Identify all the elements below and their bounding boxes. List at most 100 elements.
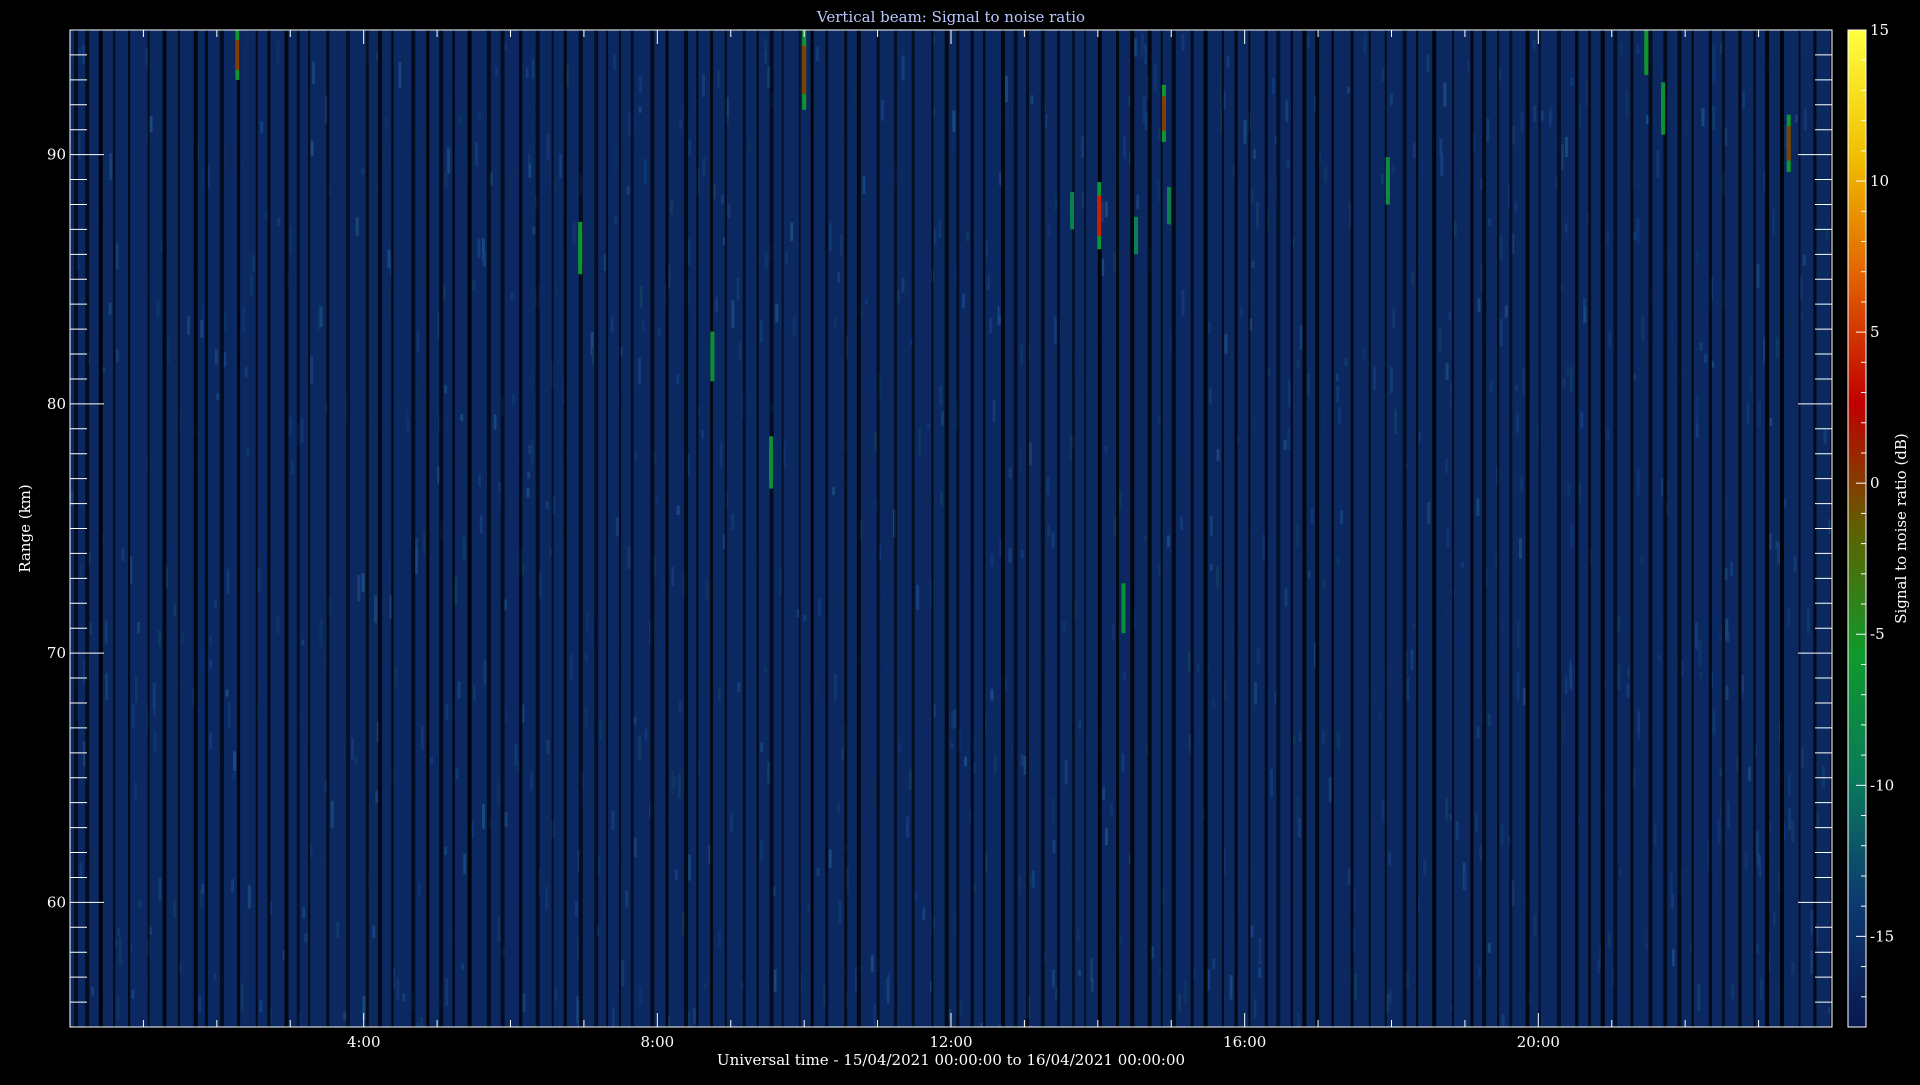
noise-speckle xyxy=(1499,318,1503,346)
noise-speckle xyxy=(512,171,516,179)
noise-speckle xyxy=(246,33,250,43)
noise-speckle xyxy=(602,902,606,922)
noise-speckle xyxy=(1455,821,1459,840)
noise-speckle xyxy=(1446,527,1450,548)
noise-speckle xyxy=(706,409,710,427)
noise-speckle xyxy=(224,144,228,170)
colorbar-tick-label: -5 xyxy=(1870,625,1885,643)
noise-speckle xyxy=(1787,773,1791,795)
noise-speckle xyxy=(361,573,365,592)
noise-speckle xyxy=(387,287,391,315)
noise-speckle xyxy=(463,853,467,874)
noise-speckle xyxy=(513,471,517,491)
noise-speckle xyxy=(332,890,336,915)
noise-speckle xyxy=(361,167,365,175)
data-gap xyxy=(1497,30,1500,1027)
noise-speckle xyxy=(1486,118,1490,143)
data-gap xyxy=(1160,30,1163,1027)
noise-speckle xyxy=(1212,958,1216,969)
noise-speckle xyxy=(189,576,193,590)
noise-speckle xyxy=(1081,191,1085,209)
noise-speckle xyxy=(1500,824,1504,845)
noise-speckle xyxy=(455,768,459,779)
noise-speckle xyxy=(1584,285,1588,307)
noise-speckle xyxy=(548,155,552,181)
noise-speckle xyxy=(134,781,138,801)
noise-speckle xyxy=(1111,623,1115,641)
noise-speckle xyxy=(1122,671,1126,681)
noise-speckle xyxy=(1436,188,1440,197)
noise-speckle xyxy=(309,843,313,858)
noise-speckle xyxy=(1617,663,1621,691)
noise-speckle xyxy=(495,66,499,76)
noise-speckle xyxy=(1570,77,1574,86)
noise-speckle xyxy=(242,306,246,334)
noise-speckle xyxy=(1696,250,1700,263)
noise-speckle xyxy=(1593,905,1597,921)
noise-speckle xyxy=(1627,665,1630,679)
noise-speckle xyxy=(291,460,295,475)
noise-speckle xyxy=(115,243,119,270)
noise-speckle xyxy=(1788,807,1791,831)
noise-speckle xyxy=(978,728,982,754)
noise-speckle xyxy=(1645,924,1648,944)
noise-speckle xyxy=(1372,366,1376,391)
noise-speckle xyxy=(1519,475,1523,493)
noise-speckle xyxy=(832,486,836,496)
noise-speckle xyxy=(336,921,340,939)
noise-speckle xyxy=(1047,224,1051,236)
noise-speckle xyxy=(89,256,93,265)
noise-speckle xyxy=(152,696,156,718)
noise-speckle xyxy=(1427,502,1431,525)
noise-speckle xyxy=(645,720,649,728)
noise-speckle xyxy=(1584,171,1588,191)
noise-speckle xyxy=(1726,631,1730,642)
noise-speckle xyxy=(1271,77,1275,94)
noise-speckle xyxy=(853,84,857,111)
data-gap xyxy=(147,30,150,1027)
data-gap xyxy=(1780,30,1784,1027)
noise-speckle xyxy=(657,639,661,649)
noise-speckle xyxy=(883,588,887,601)
noise-speckle xyxy=(1449,814,1452,822)
noise-speckle xyxy=(497,492,501,513)
echo-core xyxy=(1786,126,1791,161)
noise-speckle xyxy=(1076,927,1080,942)
data-gap xyxy=(844,30,848,1027)
noise-speckle xyxy=(717,930,721,948)
echo-streak xyxy=(1097,182,1102,250)
noise-speckle xyxy=(116,996,120,1019)
noise-speckle xyxy=(950,135,954,153)
noise-speckle xyxy=(457,402,460,412)
noise-speckle xyxy=(1142,50,1146,60)
noise-speckle xyxy=(611,1007,615,1027)
noise-speckle xyxy=(156,299,160,319)
noise-speckle xyxy=(953,709,957,729)
noise-speckle xyxy=(1110,596,1114,618)
noise-speckle xyxy=(613,54,616,71)
noise-speckle xyxy=(1197,730,1201,741)
colorbar-tick-label: 5 xyxy=(1870,323,1880,341)
noise-speckle xyxy=(1522,687,1526,705)
data-gap xyxy=(1416,30,1419,1027)
noise-speckle xyxy=(1111,582,1115,599)
noise-speckle xyxy=(926,423,930,431)
data-gap xyxy=(267,30,271,1027)
noise-speckle xyxy=(615,517,619,537)
noise-speckle xyxy=(246,448,250,456)
noise-speckle xyxy=(626,185,630,195)
noise-speckle xyxy=(1772,209,1776,235)
data-gap xyxy=(1203,30,1208,1027)
noise-speckle xyxy=(838,131,842,144)
noise-speckle xyxy=(1412,143,1416,158)
noise-speckle xyxy=(301,639,305,646)
noise-speckle xyxy=(416,697,420,725)
noise-speckle xyxy=(717,687,721,700)
noise-speckle xyxy=(1295,523,1299,547)
noise-speckle xyxy=(760,742,764,753)
noise-speckle xyxy=(1299,325,1303,351)
noise-speckle xyxy=(1548,177,1552,202)
noise-speckle xyxy=(1774,589,1778,597)
noise-speckle xyxy=(394,666,398,687)
noise-speckle xyxy=(545,886,549,910)
